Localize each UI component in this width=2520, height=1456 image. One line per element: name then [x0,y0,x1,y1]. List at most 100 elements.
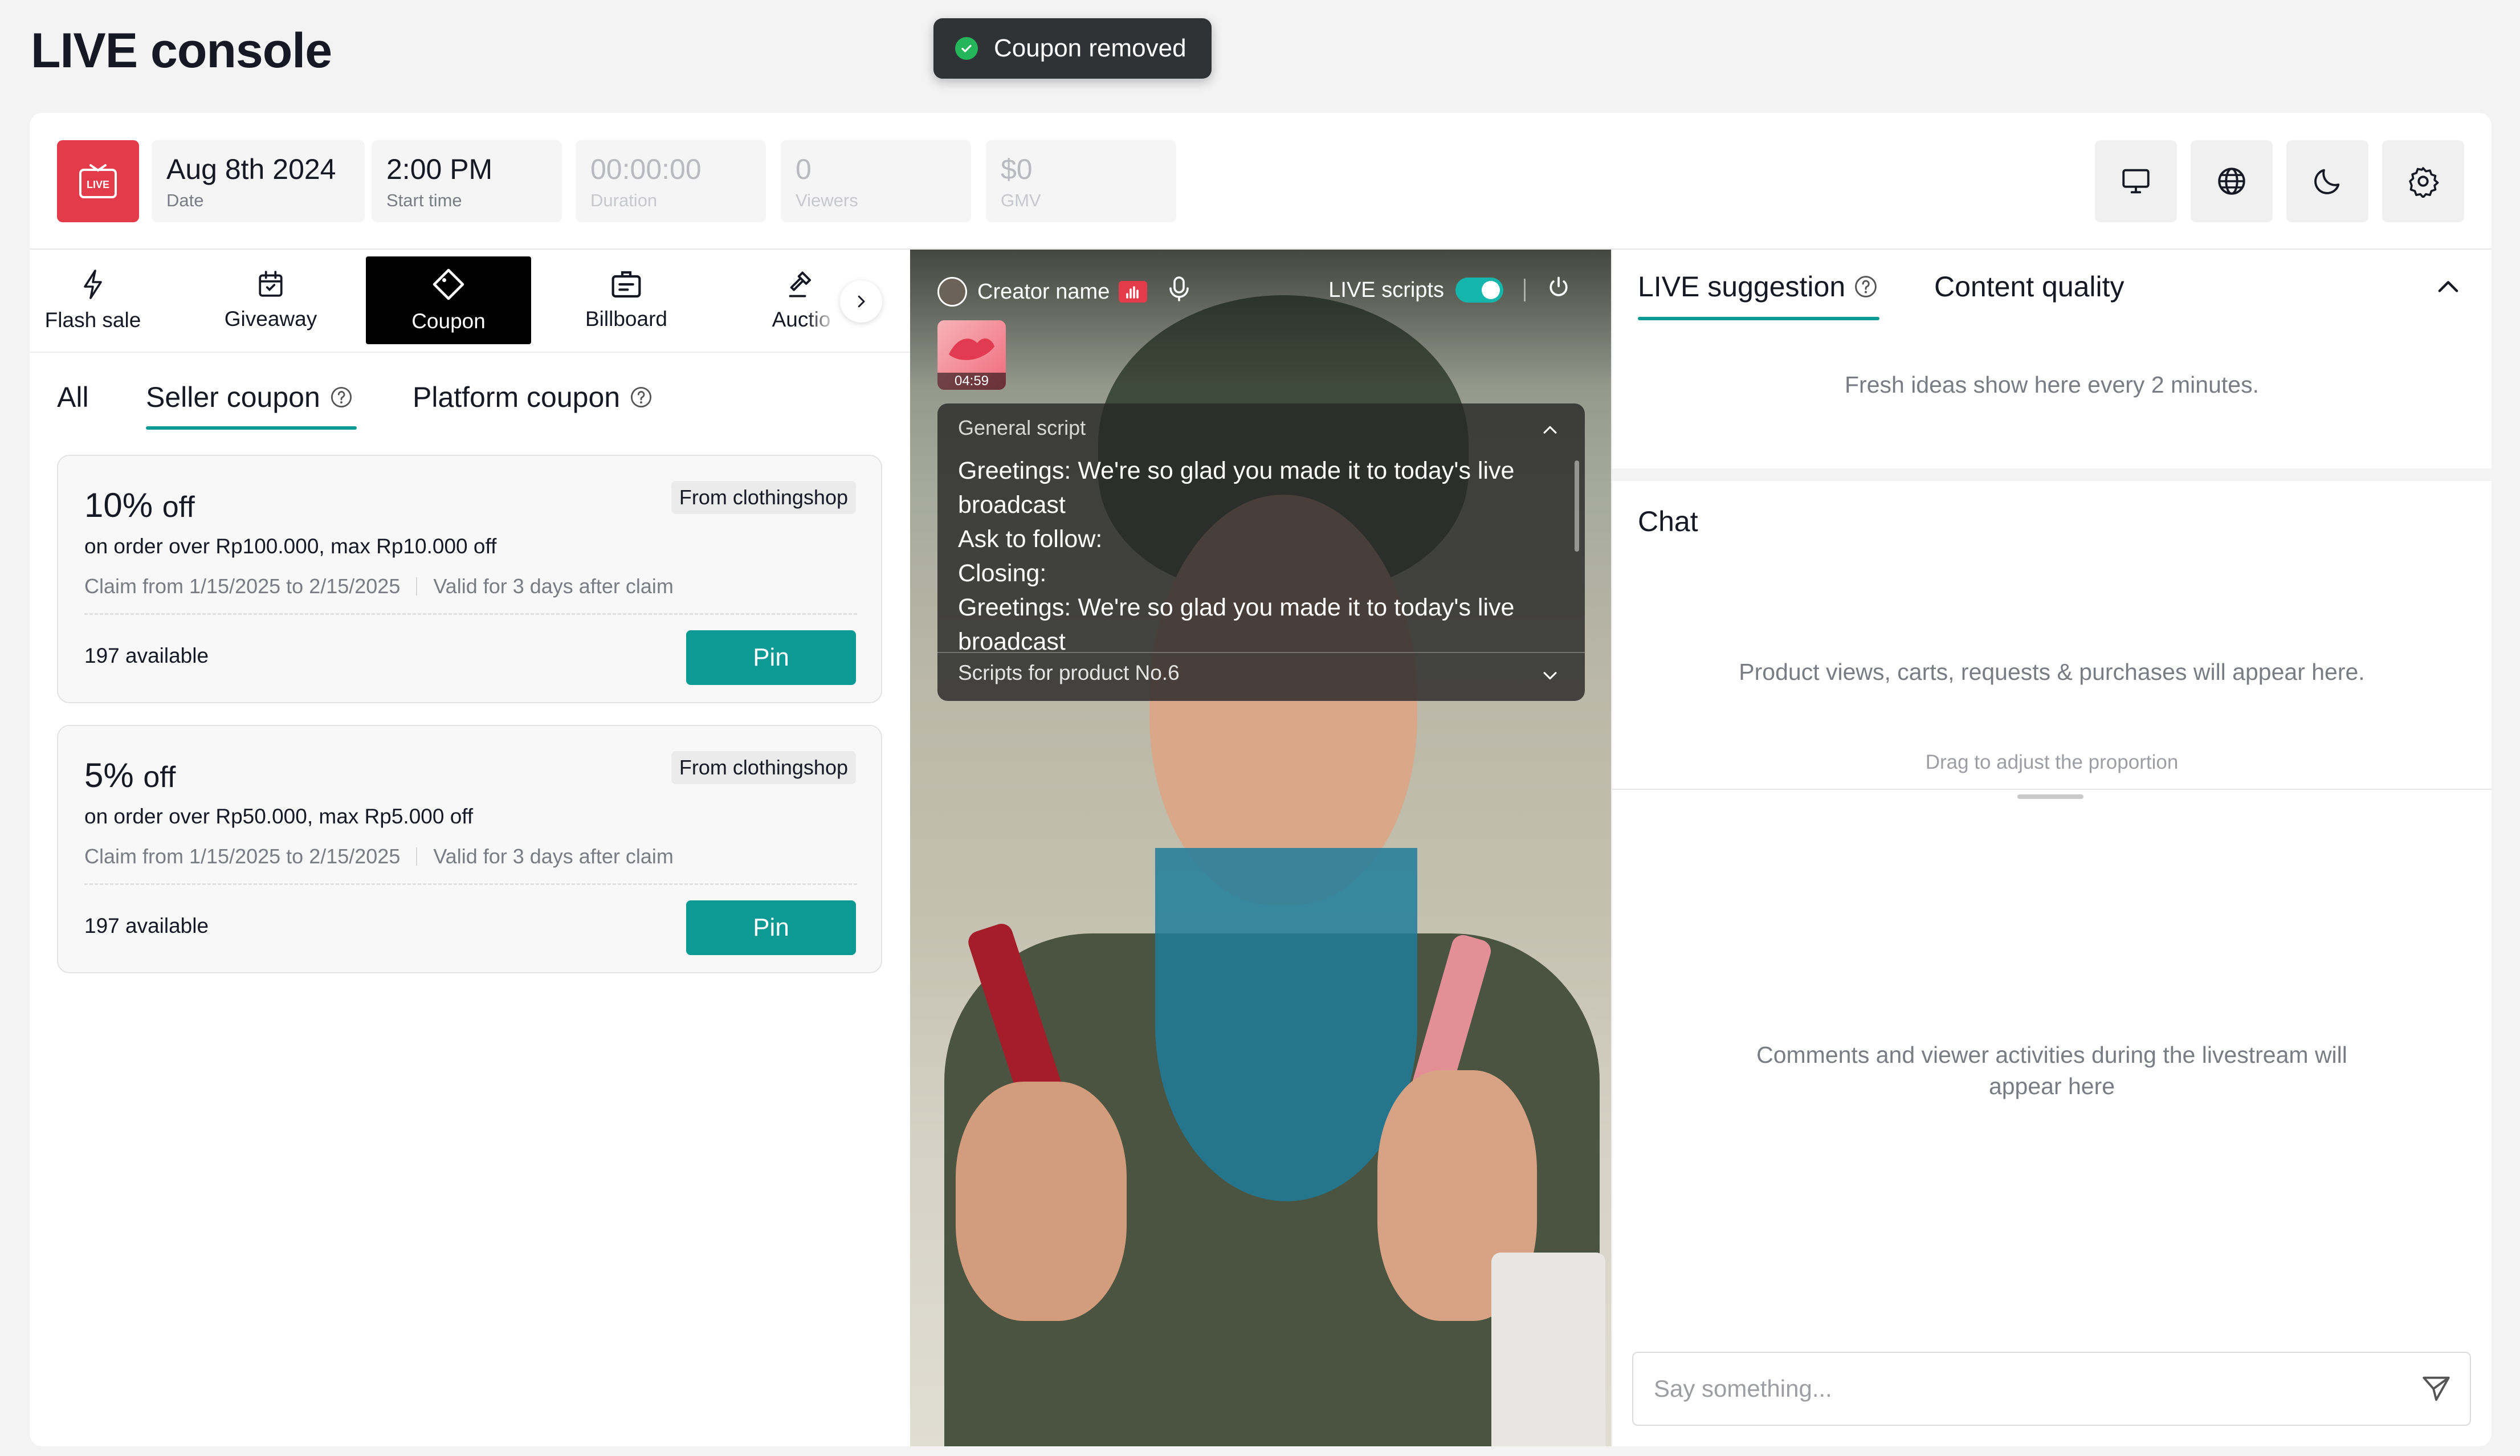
suggestion-hint: Fresh ideas show here every 2 minutes. [1845,372,2259,398]
live-scripts-toggle[interactable] [1455,278,1503,303]
tab-label: Auctio [772,308,831,331]
tab-label: Flash sale [44,308,141,332]
coupon-tab-platform[interactable]: Platform coupon [413,381,653,414]
script-line: broadcast [958,628,1066,655]
pinned-product-thumbnail[interactable]: 04:59 [937,320,1006,390]
comments-hint: Comments and viewer activities during th… [1612,1042,2492,1100]
coupon-diamond-icon [433,268,464,300]
gmv-value: $0 [1001,153,1033,185]
live-badge: LIVE [57,140,139,222]
tab-giveaway[interactable]: Giveaway [188,256,353,344]
thumbnail-timer: 04:59 [937,373,1006,390]
proportion-drag-handle[interactable] [2017,794,2083,799]
live-scripts-label: LIVE scripts [1328,278,1444,302]
coupon-percent: 10% [84,486,153,524]
calendar-gift-icon [259,271,283,297]
script-product-selector[interactable]: Scripts for product No.6 [958,661,1180,685]
coupon-tab-all[interactable]: All [57,381,89,414]
creator-name: Creator name [977,279,1110,304]
microphone-icon[interactable] [1168,276,1190,308]
script-panel: General script Greetings: We're so glad … [937,403,1585,701]
date-value: Aug 8th 2024 [166,153,336,185]
help-circle-icon[interactable] [1853,274,1878,299]
coupon-amount: 5% off [84,756,176,795]
tab-flash-sale[interactable]: Flash sale [10,256,176,344]
pin-button[interactable]: Pin [686,900,856,955]
chat-input[interactable] [1632,1352,2471,1426]
tool-strip-divider [30,352,910,353]
toast-text: Coupon removed [994,34,1186,62]
help-circle-icon[interactable] [629,385,653,409]
coupon-validity: Valid for 3 days after claim [433,574,674,598]
stat-gmv: $0 GMV [986,140,1176,222]
chevron-down-icon[interactable] [1540,666,1560,688]
billboard-icon [611,271,641,298]
script-scrollbar[interactable] [1575,460,1579,552]
coupon-tab-label: All [57,381,89,413]
tab-label: Coupon [411,309,486,333]
monitor-icon [2122,169,2150,194]
avatar [937,277,967,307]
live-tv-icon: LIVE [79,164,117,198]
tabs-scroll-right-button[interactable] [840,280,882,323]
comments-hint-line: appear here [1988,1073,2115,1099]
coupon-available: 197 available [84,644,209,667]
dark-mode-button[interactable] [2286,140,2368,222]
live-scripts-control: LIVE scripts [1328,275,1571,305]
video-hand-left [956,1082,1127,1321]
tab-billboard[interactable]: Billboard [544,256,709,344]
stat-viewers: 0 Viewers [781,140,971,222]
settings-button[interactable] [2382,140,2464,222]
coupon-validity: Valid for 3 days after claim [433,845,674,868]
coupon-available: 197 available [84,914,209,937]
coupon-percent: 5% [84,756,134,794]
send-icon[interactable] [2420,1372,2453,1408]
coupon-dates: Claim from 1/15/2025 to 2/15/2025 Valid … [84,574,674,598]
duration-label: Duration [590,190,658,210]
video-person-necklace [1155,848,1417,1201]
language-button[interactable] [2191,140,2273,222]
pin-button[interactable]: Pin [686,630,856,685]
moon-icon [2314,169,2340,194]
chevron-right-icon [858,295,865,308]
drag-hint: Drag to adjust the proportion [1925,751,2179,773]
duration-value: 00:00:00 [590,153,702,185]
tab-label: Content quality [1934,271,2125,303]
coupon-source-tag: From clothingshop [671,751,856,784]
script-line: Ask to follow: [958,525,1103,553]
help-circle-icon[interactable] [329,385,353,409]
coupon-card: 10% off From clothingshop on order over … [57,455,882,703]
coupon-tab-seller[interactable]: Seller coupon [146,381,353,414]
power-icon[interactable] [1546,275,1571,305]
collapse-chevron-up-icon[interactable] [2433,272,2463,305]
script-line: Closing: [958,560,1047,587]
date-label: Date [166,190,204,210]
tab-coupon[interactable]: Coupon [366,256,531,344]
coupon-tab-label: Platform coupon [413,381,621,413]
monitor-button[interactable] [2095,140,2177,222]
coupon-condition: on order over Rp100.000, max Rp10.000 of… [84,535,497,558]
script-line: Greetings: We're so glad you made it to … [958,594,1515,621]
coupon-divider [84,883,857,885]
tab-live-suggestion[interactable]: LIVE suggestion [1638,270,1878,303]
live-video-preview: Creator name LIVE scripts 04:59 General … [910,250,1611,1446]
lips-icon [949,338,994,360]
chevron-up-icon[interactable] [1540,421,1560,443]
coupon-divider [84,613,857,615]
coupon-unit: off [143,761,176,794]
coupon-card: 5% off From clothingshop on order over R… [57,725,882,973]
coupon-claim-range: Claim from 1/15/2025 to 2/15/2025 [84,845,401,868]
comments-hint-line: Comments and viewer activities during th… [1756,1042,2347,1068]
coupon-source-tag: From clothingshop [671,481,856,514]
viewers-label: Viewers [796,190,858,210]
coupon-tab-label: Seller coupon [146,381,320,413]
script-line: broadcast [958,491,1066,519]
gavel-icon [789,271,812,297]
svg-text:LIVE: LIVE [87,179,109,190]
start-time-value: 2:00 PM [386,153,493,185]
check-circle-icon [955,37,978,60]
tab-content-quality[interactable]: Content quality [1934,270,2125,303]
tab-label: LIVE suggestion [1638,271,1846,303]
coupon-amount: 10% off [84,486,195,525]
coupon-condition: on order over Rp50.000, max Rp5.000 off [84,805,474,828]
